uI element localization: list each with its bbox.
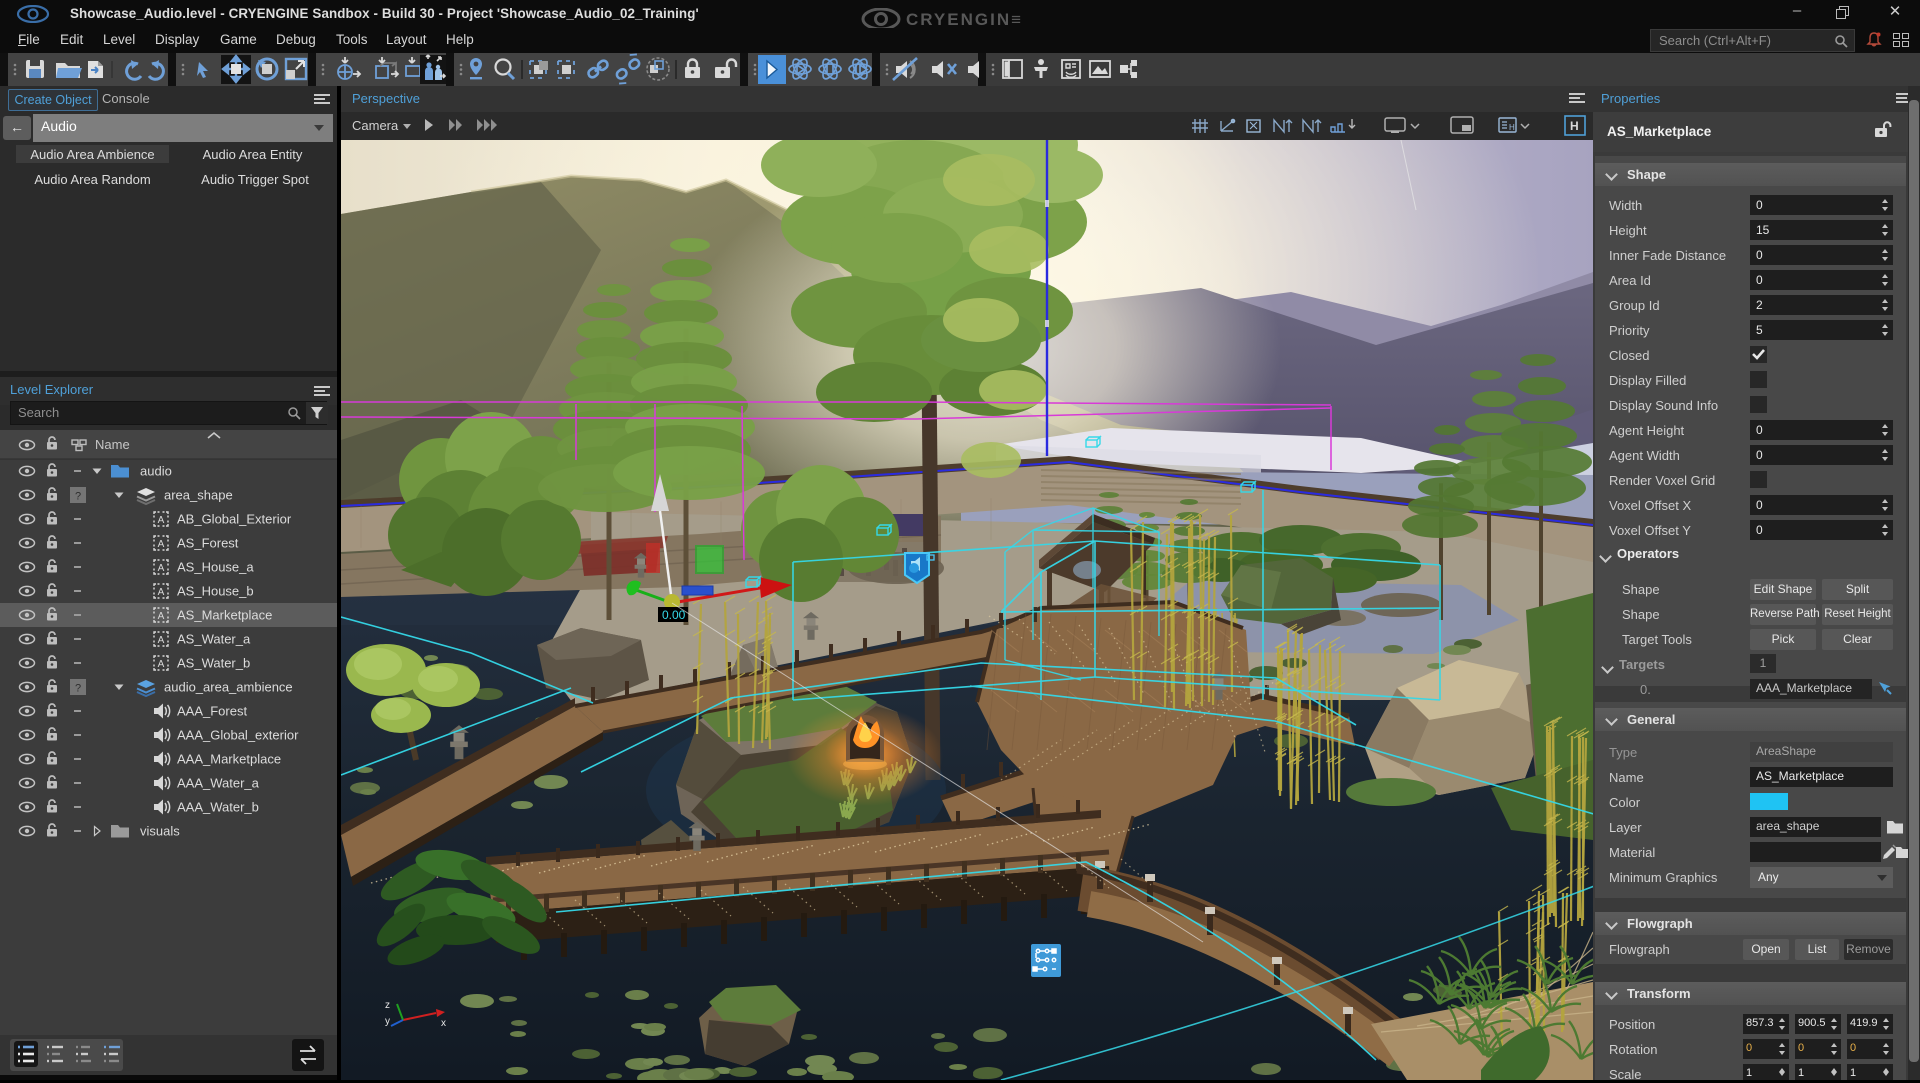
svg-text:AAA_Global_exterior: AAA_Global_exterior (177, 728, 299, 743)
svg-text:z: z (385, 1000, 390, 1011)
svg-text:AAA_Water_a: AAA_Water_a (177, 776, 260, 791)
svg-text:audio: audio (140, 464, 172, 479)
svg-text:H: H (1509, 123, 1515, 132)
svg-text:AS_Water_b: AS_Water_b (177, 656, 250, 671)
svg-text:y: y (385, 1016, 390, 1027)
svg-text:AAA_Forest: AAA_Forest (177, 704, 247, 719)
svg-text:x: x (441, 1018, 446, 1029)
svg-text:CRYENGIN≡: CRYENGIN≡ (906, 10, 1023, 29)
svg-text:area_shape: area_shape (164, 488, 233, 503)
svg-text:AS_House_a: AS_House_a (177, 560, 254, 575)
svg-text:visuals: visuals (140, 824, 180, 839)
svg-text:AS_Forest: AS_Forest (177, 536, 239, 551)
svg-text:Name: Name (95, 437, 130, 452)
svg-text:0.00: 0.00 (662, 608, 686, 622)
svg-text:H: H (1570, 119, 1579, 133)
svg-text:AAA_Marketplace: AAA_Marketplace (177, 752, 281, 767)
svg-text:audio_area_ambience: audio_area_ambience (164, 680, 293, 695)
svg-text:AAA_Water_b: AAA_Water_b (177, 800, 259, 815)
svg-text:AB_Global_Exterior: AB_Global_Exterior (177, 512, 292, 527)
svg-text:AS_Marketplace: AS_Marketplace (177, 608, 272, 623)
svg-text:AS_House_b: AS_House_b (177, 584, 254, 599)
svg-text:AS_Water_a: AS_Water_a (177, 632, 251, 647)
